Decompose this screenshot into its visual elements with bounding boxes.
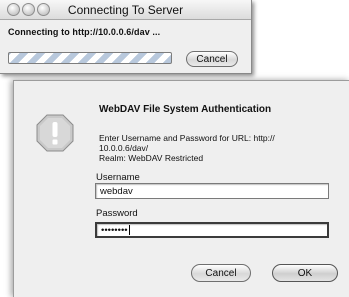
password-value: •••••••• [101, 225, 128, 236]
prompt-line: Realm: WebDAV Restricted [99, 153, 204, 163]
password-label: Password [96, 208, 138, 219]
username-value: webdav [100, 186, 133, 197]
auth-cancel-button[interactable]: Cancel [191, 264, 251, 282]
text-caret [128, 225, 130, 236]
username-field[interactable]: webdav [95, 183, 329, 199]
username-label: Username [96, 172, 140, 183]
connecting-window: Connecting To Server Connecting to http:… [0, 0, 252, 74]
alert-exclamation-icon [36, 114, 74, 152]
auth-dialog-prompt: Enter Username and Password for URL: htt… [99, 133, 334, 163]
prompt-line: 10.0.0.6/dav/ [99, 143, 149, 153]
auth-dialog-title: WebDAV File System Authentication [99, 104, 272, 115]
prompt-line: Enter Username and Password for URL: htt… [99, 133, 275, 143]
connecting-progress-bar [8, 52, 172, 64]
connecting-cancel-button[interactable]: Cancel [186, 51, 238, 67]
password-field[interactable]: •••••••• [95, 222, 329, 238]
connecting-window-title: Connecting To Server [67, 3, 184, 17]
connecting-message: Connecting to http://10.0.0.6/dav ... [8, 27, 161, 37]
connecting-window-titlebar[interactable]: Connecting To Server [0, 0, 251, 20]
auth-dialog: WebDAV File System Authentication Enter … [13, 80, 349, 297]
auth-ok-button[interactable]: OK [272, 264, 338, 282]
